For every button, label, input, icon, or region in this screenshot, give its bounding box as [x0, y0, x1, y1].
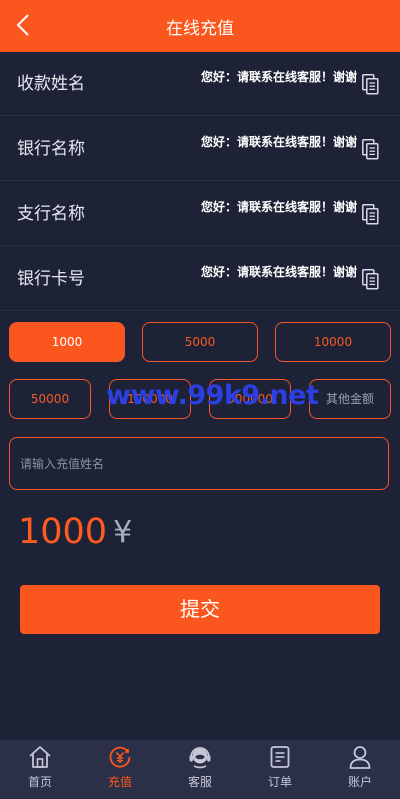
- other-amount-input[interactable]: 其他金额: [309, 379, 391, 419]
- info-row-payee-name: 收款姓名 您好：请联系在线客服！谢谢: [0, 52, 400, 116]
- info-row-label: 银行名称: [17, 139, 85, 159]
- page-title: 在线充值: [166, 18, 234, 39]
- tab-label: 账户: [347, 775, 372, 789]
- tab-orders[interactable]: 订单: [240, 740, 320, 799]
- amount-option-button[interactable]: 5000: [142, 322, 258, 362]
- info-row-value: 您好：请联系在线客服！谢谢: [200, 265, 357, 279]
- top-bar: 在线充值: [0, 0, 400, 52]
- amount-option-button[interactable]: 500000: [209, 379, 291, 419]
- info-row-card-number: 银行卡号 您好：请联系在线客服！谢谢: [0, 247, 400, 311]
- recharge-icon: [109, 746, 131, 768]
- info-row-label: 银行卡号: [17, 269, 85, 289]
- tab-label: 充值: [107, 775, 132, 789]
- amount-option-button[interactable]: 10000: [275, 322, 391, 362]
- copy-icon[interactable]: [362, 204, 379, 225]
- tab-label: 首页: [27, 775, 52, 789]
- amount-option-button[interactable]: 100000: [109, 379, 191, 419]
- recharge-name-input[interactable]: [9, 437, 389, 490]
- info-row-label: 收款姓名: [17, 74, 85, 94]
- info-row-branch-name: 支行名称 您好：请联系在线客服！谢谢: [0, 182, 400, 246]
- account-icon: [349, 746, 371, 769]
- bottom-tab-bar: 首页 充值 客服 订单 账户: [0, 740, 400, 799]
- copy-icon[interactable]: [362, 139, 379, 160]
- back-arrow-icon[interactable]: [12, 10, 34, 40]
- order-icon: [270, 746, 290, 768]
- amount-option-button[interactable]: 50000: [9, 379, 91, 419]
- currency-symbol: ¥: [113, 514, 133, 550]
- tab-account[interactable]: 账户: [320, 740, 400, 799]
- info-row-value: 您好：请联系在线客服！谢谢: [200, 200, 357, 214]
- tab-home[interactable]: 首页: [0, 740, 80, 799]
- info-row-value: 您好：请联系在线客服！谢谢: [200, 70, 357, 84]
- tab-customer-service[interactable]: 客服: [160, 740, 240, 799]
- tab-label: 订单: [267, 775, 292, 789]
- tab-recharge[interactable]: 充值: [80, 740, 160, 799]
- info-row-value: 您好：请联系在线客服！谢谢: [200, 135, 357, 149]
- selected-amount-value: 1000: [18, 512, 108, 552]
- copy-icon[interactable]: [362, 74, 379, 95]
- submit-button[interactable]: 提交: [20, 585, 380, 634]
- customer-service-icon: [189, 747, 211, 769]
- home-icon: [29, 746, 51, 768]
- info-row-bank-name: 银行名称 您好：请联系在线客服！谢谢: [0, 117, 400, 181]
- selected-amount-display: 1000 ¥: [18, 508, 132, 556]
- info-row-label: 支行名称: [17, 204, 85, 224]
- tab-label: 客服: [187, 775, 212, 789]
- copy-icon[interactable]: [362, 269, 379, 290]
- amount-option-button[interactable]: 1000: [9, 322, 125, 362]
